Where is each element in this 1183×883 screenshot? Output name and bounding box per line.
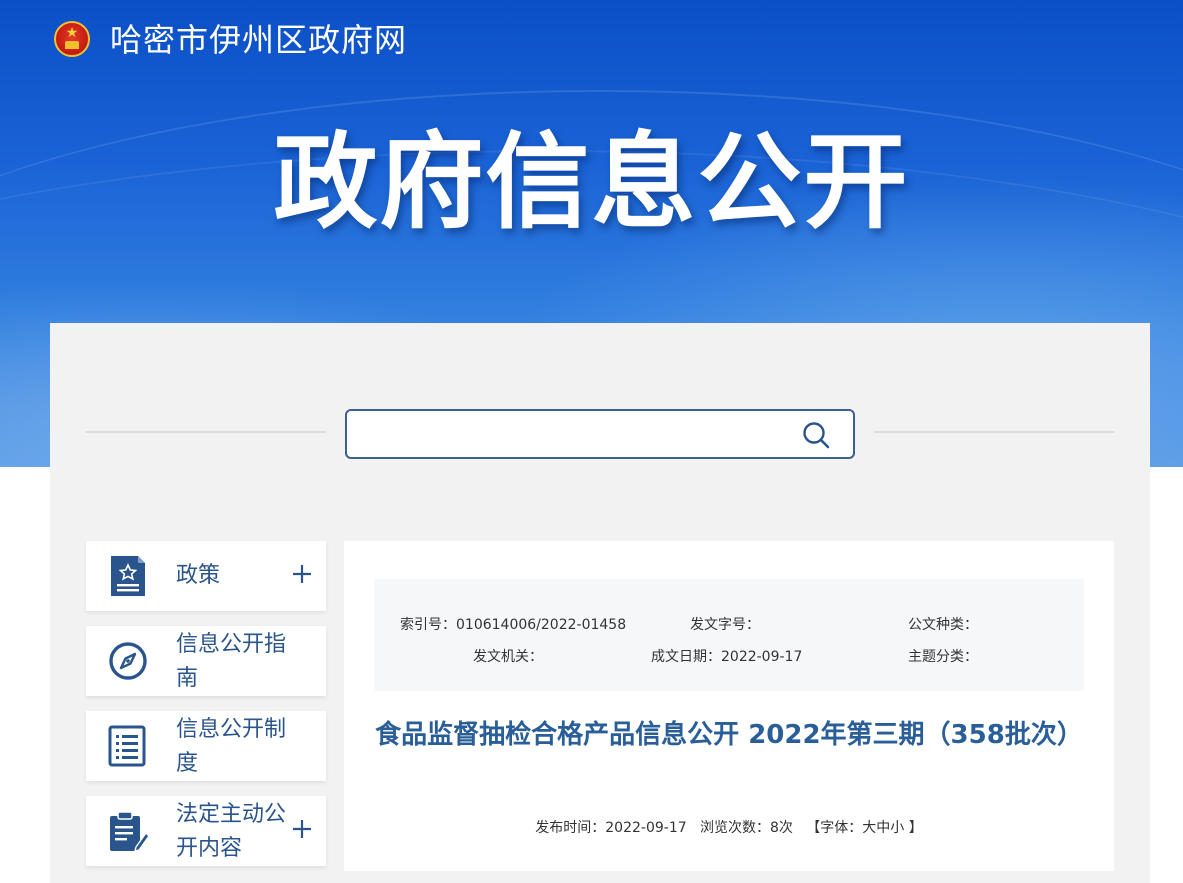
policy-document-icon	[111, 556, 145, 596]
national-emblem-icon[interactable]: ★	[54, 21, 90, 57]
sidebar-item-label: 信息公开制度	[176, 717, 287, 776]
font-size-close: 】	[904, 820, 923, 836]
publish-info: 发布时间：2022-09-17 浏览次数：8次 【字体：大中小 】	[374, 818, 1084, 838]
sidebar-item-label: 政策	[176, 563, 221, 588]
meta-doc-number-label: 发文字号：	[690, 617, 760, 633]
font-size-open: 【字体：	[806, 820, 863, 836]
search-input[interactable]	[359, 417, 793, 453]
search-divider-left	[86, 431, 326, 433]
emblem-star-icon: ★	[65, 25, 79, 41]
views-count: 8次	[770, 820, 793, 836]
publish-label: 发布时间：	[535, 820, 606, 836]
views-label: 浏览次数：	[700, 820, 770, 836]
sidebar-item-policy[interactable]: 政策	[86, 541, 326, 611]
search-icon[interactable]	[801, 420, 831, 450]
search-box	[345, 409, 855, 459]
font-size-switcher: 【字体：大中小 】	[806, 820, 922, 836]
meta-doc-number: 发文字号：	[690, 616, 760, 634]
sidebar-item-guide[interactable]: 信息公开指南	[86, 626, 326, 696]
list-document-icon	[108, 725, 146, 767]
meta-index-value: 010614006/2022-01458	[456, 617, 627, 633]
meta-created-label: 成文日期：	[651, 649, 721, 665]
sidebar-item-mandatory-disclosure[interactable]: 法定主动公开内容	[86, 796, 326, 866]
publish-date: 2022-09-17	[605, 820, 687, 836]
meta-topic-label: 主题分类：	[908, 649, 978, 665]
emblem-gate-icon	[65, 41, 79, 49]
meta-index-label: 索引号：	[400, 617, 456, 633]
meta-index: 索引号：010614006/2022-01458	[400, 616, 626, 634]
site-name[interactable]: 哈密市伊州区政府网	[110, 18, 407, 62]
meta-created-date: 成文日期：2022-09-17	[651, 648, 802, 666]
meta-created-value: 2022-09-17	[721, 649, 803, 665]
meta-topic: 主题分类：	[908, 648, 978, 666]
font-size-small-link[interactable]: 小	[890, 820, 904, 836]
article-title: 食品监督抽检合格产品信息公开 2022年第三期（358批次）	[375, 720, 1083, 750]
meta-issuer-label: 发文机关：	[473, 649, 543, 665]
meta-doc-type-label: 公文种类：	[908, 617, 978, 633]
plus-icon[interactable]	[291, 563, 313, 585]
sidebar-item-label: 信息公开指南	[176, 632, 287, 691]
search-divider-right	[874, 431, 1114, 433]
font-size-large-link[interactable]: 大	[862, 820, 876, 836]
document-meta-box: 索引号：010614006/2022-01458 发文字号： 公文种类： 发文机…	[374, 579, 1084, 691]
font-size-medium-link[interactable]: 中	[876, 820, 890, 836]
plus-icon[interactable]	[291, 818, 313, 840]
sidebar-item-system[interactable]: 信息公开制度	[86, 711, 326, 781]
sidebar-item-label: 法定主动公开内容	[176, 802, 287, 861]
compass-icon	[109, 642, 147, 680]
clipboard-edit-icon	[110, 811, 150, 852]
meta-issuer: 发文机关：	[473, 648, 543, 666]
meta-doc-type: 公文种类：	[908, 616, 978, 634]
page-title: 政府信息公开	[273, 121, 910, 243]
